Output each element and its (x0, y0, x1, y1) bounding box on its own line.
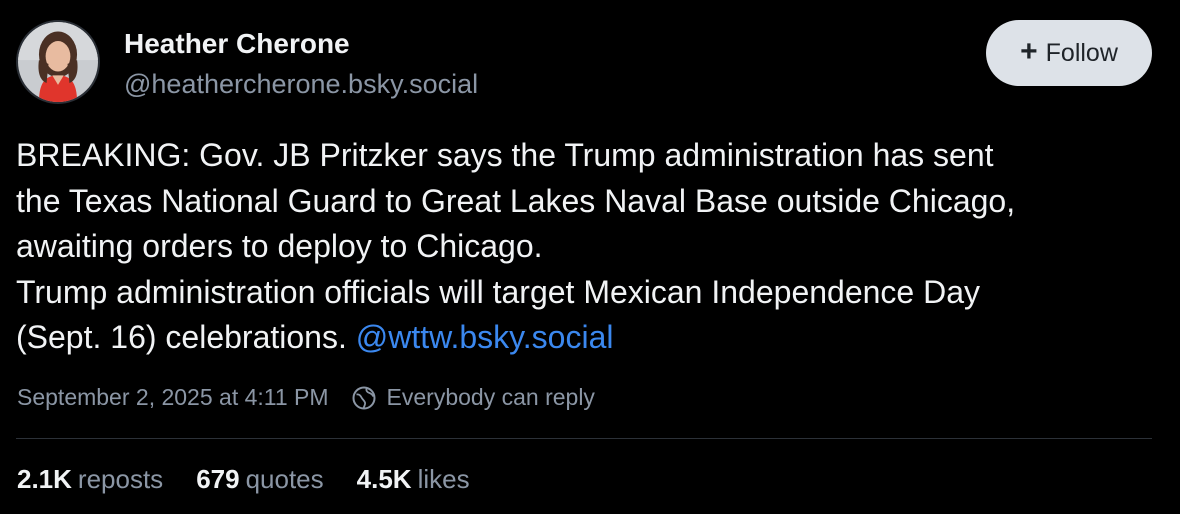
divider (16, 438, 1152, 439)
mention-link[interactable]: @wttw.bsky.social (356, 319, 614, 355)
engagement-stats: 2.1K reposts 679 quotes 4.5K likes (17, 464, 503, 495)
author-name[interactable]: Heather Cherone (124, 28, 350, 60)
post-header: Heather Cherone @heathercherone.bsky.soc… (16, 20, 1152, 108)
post-timestamp[interactable]: September 2, 2025 at 4:11 PM (17, 384, 329, 411)
author-handle[interactable]: @heathercherone.bsky.social (124, 69, 478, 100)
avatar-image (18, 22, 98, 102)
post-text-line: the Texas National Guard to Great Lakes … (16, 182, 1016, 219)
quotes-count: 679 (196, 464, 240, 494)
avatar[interactable] (16, 20, 100, 104)
likes-count: 4.5K (356, 464, 412, 494)
post-text-line: awaiting orders to deploy to Chicago. (16, 228, 543, 264)
plus-icon: + (1020, 35, 1038, 68)
follow-button[interactable]: + Follow (986, 20, 1152, 86)
reposts-stat[interactable]: 2.1K reposts (17, 464, 163, 495)
likes-stat[interactable]: 4.5K likes (357, 464, 470, 495)
globe-icon (351, 385, 377, 411)
follow-label: Follow (1045, 38, 1118, 67)
reposts-label: reposts (77, 464, 164, 494)
post-text-line: (Sept. 16) celebrations. @wttw.bsky.soci… (16, 315, 1166, 361)
post: Heather Cherone @heathercherone.bsky.soc… (0, 0, 1180, 514)
reposts-count: 2.1K (17, 464, 72, 494)
post-text-last: (Sept. 16) celebrations. (16, 319, 347, 355)
post-text-line: BREAKING: Gov. JB Pritzker says the Trum… (16, 137, 994, 173)
likes-label: likes (417, 464, 470, 494)
post-text-line: Trump administration officials will targ… (16, 273, 981, 310)
post-meta: September 2, 2025 at 4:11 PM Everybody c… (17, 384, 595, 411)
reply-setting[interactable]: Everybody can reply (387, 384, 595, 411)
quotes-stat[interactable]: 679 quotes (196, 464, 323, 495)
post-text: BREAKING: Gov. JB Pritzker says the Trum… (16, 133, 1166, 361)
quotes-label: quotes (245, 464, 324, 494)
